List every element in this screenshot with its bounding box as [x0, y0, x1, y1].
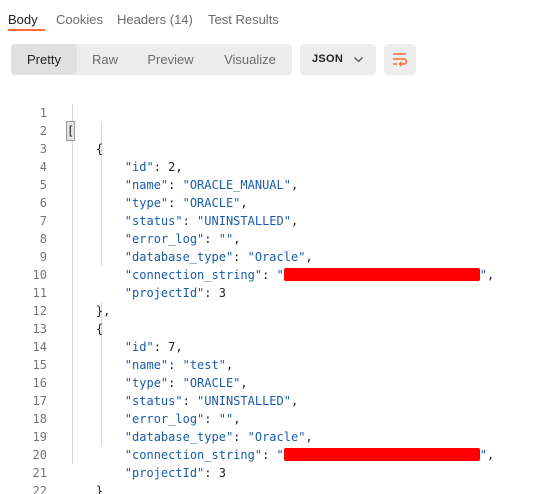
code-line: 20 "projectId": 3	[0, 428, 554, 480]
wrap-lines-icon	[393, 53, 408, 67]
code-line: 19 "connection_string": " ",	[0, 410, 554, 462]
code-line: 1 [	[0, 86, 554, 141]
wrap-lines-button[interactable]	[384, 44, 416, 75]
view-mode-group: Pretty Raw Preview Visualize	[11, 44, 292, 75]
tab-cookies[interactable]: Cookies	[56, 12, 103, 27]
code-line: 21 }	[0, 446, 554, 494]
code-line: 13 "id": 7,	[0, 302, 554, 354]
code-line: 6 "status": "UNINSTALLED",	[0, 176, 554, 228]
line-number: 22	[32, 484, 47, 494]
response-tabs: Body Cookies Headers (14) Test Results	[0, 0, 554, 32]
mode-visualize-button[interactable]: Visualize	[208, 44, 292, 75]
code-line: 17 "error_log": "",	[0, 374, 554, 426]
response-body-code[interactable]: 1 [ 2 { 3 "id": 2, 4 "name": "ORACLE_MAN…	[0, 86, 554, 494]
code-line: 9 "connection_string": " ",	[0, 230, 554, 282]
tab-body[interactable]: Body	[8, 12, 38, 27]
tab-test-results[interactable]: Test Results	[208, 12, 279, 27]
mode-preview-button[interactable]: Preview	[133, 44, 208, 75]
code-line: 5 "type": "ORACLE",	[0, 158, 554, 210]
format-select-label: JSON	[312, 53, 344, 65]
code-line: 7 "error_log": "",	[0, 194, 554, 246]
code-line: 8 "database_type": "Oracle",	[0, 212, 554, 264]
code-line: 22 ]	[0, 464, 554, 494]
tab-headers[interactable]: Headers (14)	[117, 12, 193, 27]
code-line: 15 "type": "ORACLE",	[0, 338, 554, 390]
active-tab-indicator	[8, 29, 45, 31]
code-line: 12 {	[0, 284, 554, 336]
code-line: 14 "name": "test",	[0, 320, 554, 372]
format-select[interactable]: JSON	[300, 44, 376, 75]
code-line: 4 "name": "ORACLE_MANUAL",	[0, 140, 554, 192]
code-line: 2 {	[0, 104, 554, 156]
object-close-brace: }	[95, 484, 104, 494]
mode-raw-button[interactable]: Raw	[77, 44, 133, 75]
code-line: 16 "status": "UNINSTALLED",	[0, 356, 554, 408]
code-line: 18 "database_type": "Oracle",	[0, 392, 554, 444]
chevron-down-icon	[354, 57, 363, 63]
code-line: 3 "id": 2,	[0, 122, 554, 174]
code-line: 11 },	[0, 266, 554, 318]
code-line: 10 "projectId": 3	[0, 248, 554, 300]
mode-pretty-button[interactable]: Pretty	[11, 44, 77, 75]
